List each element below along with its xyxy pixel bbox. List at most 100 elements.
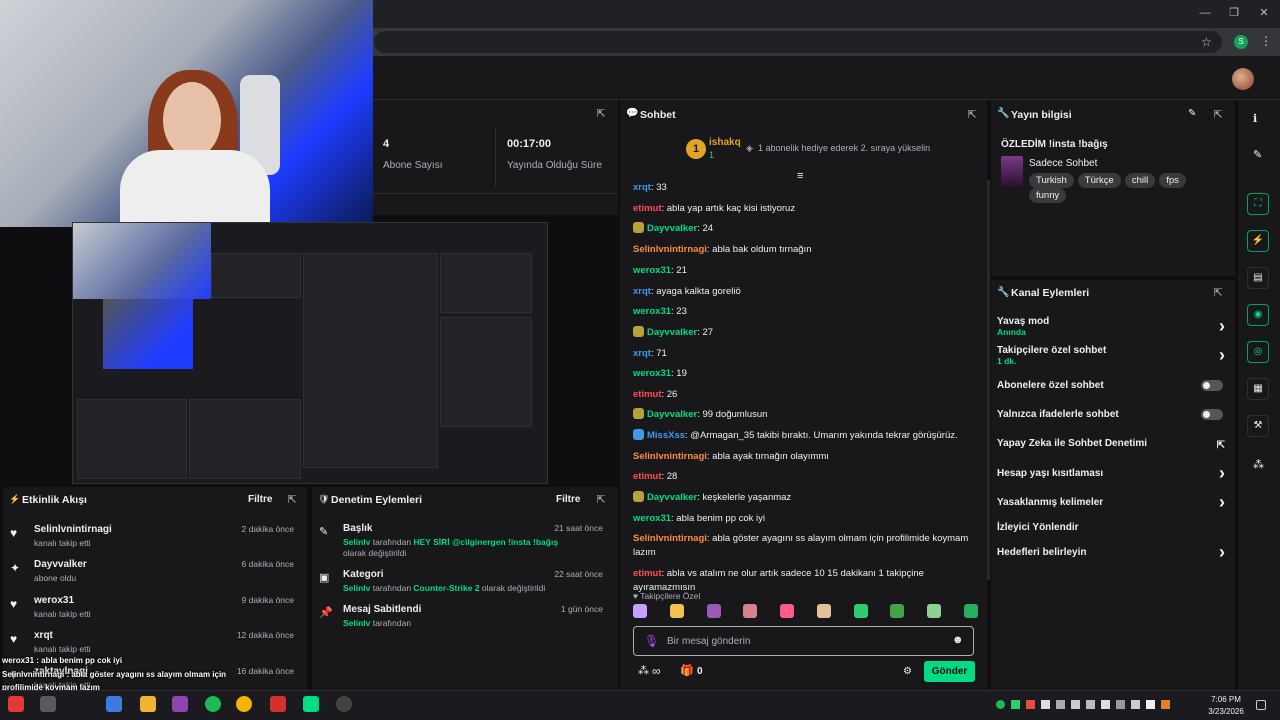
chat-username[interactable]: etimut (633, 389, 662, 400)
mod-filter-button[interactable]: Filtre (556, 494, 580, 505)
edit-icon[interactable]: ✎ (1188, 108, 1196, 119)
bookmark-star-icon[interactable]: ☆ (1201, 35, 1212, 49)
channel-action-row[interactable]: Takipçilere özel sohbet 1 dk. › (997, 345, 1229, 366)
external-link-icon[interactable]: ⇱ (1217, 440, 1225, 452)
notification-icon[interactable] (1256, 700, 1266, 710)
emote-icon[interactable] (963, 604, 978, 618)
chat-username[interactable]: Dayvvalker (647, 327, 697, 338)
toggle-switch[interactable] (1201, 409, 1223, 420)
chat-username[interactable]: etimut (633, 203, 662, 214)
channel-action-row[interactable]: İzleyici Yönlendir (997, 522, 1229, 533)
emote-icon[interactable] (780, 604, 795, 618)
tag[interactable]: funny (1029, 188, 1067, 203)
app-icon[interactable] (270, 696, 286, 712)
info-icon[interactable]: ℹ (1253, 112, 1257, 125)
tag[interactable]: chill (1124, 173, 1156, 188)
minimize-icon[interactable]: — (1198, 6, 1212, 20)
chat-input[interactable]: 🎙 Bir mesaj gönderin ☻ (633, 626, 974, 656)
app-icon[interactable] (172, 696, 188, 712)
chevron-right-icon[interactable]: › (1219, 464, 1225, 482)
broadcast-icon[interactable]: ◎ (1247, 341, 1269, 363)
chat-username[interactable]: Dayvvalker (647, 492, 697, 503)
emote-icon[interactable] (743, 604, 758, 618)
folder-icon[interactable] (140, 696, 156, 712)
activity-filter-button[interactable]: Filtre (248, 494, 272, 505)
tag[interactable]: fps (1159, 173, 1186, 188)
mod-action-user[interactable]: Selinlv (343, 583, 370, 593)
tray-icon[interactable] (1161, 700, 1170, 709)
toggle-switch[interactable] (1201, 380, 1223, 391)
obs-icon[interactable] (336, 696, 352, 712)
channel-action-row[interactable]: Hesap yaşı kısıtlaması › (997, 464, 1229, 482)
emote-icon[interactable] (853, 604, 868, 618)
tray-icon[interactable] (1146, 700, 1155, 709)
chat-settings-icon[interactable]: ⚙ (903, 666, 912, 677)
chevron-right-icon[interactable]: › (1219, 346, 1225, 364)
emote-icon[interactable] (669, 604, 684, 618)
spotify-icon[interactable] (205, 696, 221, 712)
chat-username[interactable]: Dayvvalker (647, 409, 697, 420)
tag[interactable]: Turkish (1029, 173, 1074, 188)
layout-icon[interactable]: ▦ (1247, 378, 1269, 400)
popout-icon[interactable]: ⇱ (595, 108, 607, 120)
emote-icon[interactable] (816, 604, 831, 618)
send-button[interactable]: Gönder (924, 661, 975, 682)
mod-action-user[interactable]: Selinlv (343, 618, 370, 628)
tray-icon[interactable] (1116, 700, 1125, 709)
clock-date[interactable]: 3/23/2026 (1204, 707, 1248, 716)
chat-popout-icon[interactable]: ⇱ (966, 109, 978, 121)
tray-icon[interactable] (1041, 700, 1050, 709)
tray-icon[interactable] (1056, 700, 1065, 709)
info-popout-icon[interactable]: ⇱ (1212, 109, 1224, 121)
points-icon[interactable]: ⁂ (638, 664, 649, 677)
user-avatar[interactable] (1232, 68, 1254, 90)
chat-username[interactable]: Selinlvnintirnagi (633, 451, 707, 462)
mod-action-item[interactable]: ✎ Başlık Selinlv tarafından HEY SİRİ @cilg… (319, 523, 609, 559)
tray-icon[interactable] (1026, 700, 1035, 709)
emote-icon[interactable] (633, 604, 647, 618)
hype-user[interactable]: ishakq (709, 137, 741, 148)
chat-username[interactable]: Selinlvnintirnagi (633, 533, 707, 544)
mod-action-user[interactable]: Selinlv (343, 537, 370, 547)
emoji-icon[interactable]: ☻ (952, 634, 964, 646)
tools-icon[interactable]: ⚒ (1247, 415, 1269, 437)
chat-username[interactable]: xrqt (633, 182, 651, 193)
channel-action-row[interactable]: Hedefleri belirleyin › (997, 543, 1229, 561)
search-icon[interactable] (40, 696, 56, 712)
chevron-right-icon[interactable]: › (1219, 543, 1225, 561)
chat-username[interactable]: xrqt (633, 286, 651, 297)
message-icon[interactable]: ◉ (1247, 304, 1269, 326)
address-bar[interactable] (374, 31, 1222, 53)
chevron-right-icon[interactable]: › (1219, 317, 1225, 335)
maximize-icon[interactable]: ❐ (1227, 6, 1241, 20)
app-icon[interactable] (106, 696, 122, 712)
tray-icon[interactable] (1086, 700, 1095, 709)
tag[interactable]: Türkçe (1077, 173, 1121, 188)
emote-icon[interactable] (706, 604, 721, 618)
chat-username[interactable]: Selinlvnintirnagi (633, 244, 707, 255)
emote-icon[interactable] (890, 604, 905, 618)
chevron-right-icon[interactable]: › (1219, 493, 1225, 511)
chat-username[interactable]: MissXss (647, 430, 685, 441)
tray-icon[interactable] (1011, 700, 1020, 709)
chat-username[interactable]: Dayvvalker (647, 223, 697, 234)
close-icon[interactable]: ✕ (1257, 6, 1271, 20)
chat-username[interactable]: werox31 (633, 306, 671, 317)
chrome-icon[interactable] (236, 696, 252, 712)
mod-popout-icon[interactable]: ⇱ (595, 494, 607, 506)
mod-action-item[interactable]: ▣ Kategori Selinlv tarafından Counter-Stri… (319, 569, 609, 594)
microphone-icon[interactable]: 🎙 (644, 634, 659, 648)
chat-username[interactable]: xrqt (633, 348, 651, 359)
chat-username[interactable]: werox31 (633, 368, 671, 379)
tray-icon[interactable] (1131, 700, 1140, 709)
channel-action-row[interactable]: Yasaklanmış kelimeler › (997, 493, 1229, 511)
clock-time[interactable]: 7:06 PM (1204, 695, 1248, 704)
tray-icon[interactable] (1071, 700, 1080, 709)
chat-username[interactable]: werox31 (633, 513, 671, 524)
start-icon[interactable] (8, 696, 24, 712)
bolt-icon[interactable]: ⚡ (1247, 230, 1269, 252)
feed-item[interactable]: ♥ Selinlvnintirnagi kanalı takip etti 2 dak… (10, 524, 300, 548)
channel-action-row[interactable]: Yavaş mod Anında › (997, 316, 1229, 337)
category-name[interactable]: Sadece Sohbet (1029, 158, 1097, 169)
profile-avatar[interactable]: S (1234, 35, 1248, 49)
